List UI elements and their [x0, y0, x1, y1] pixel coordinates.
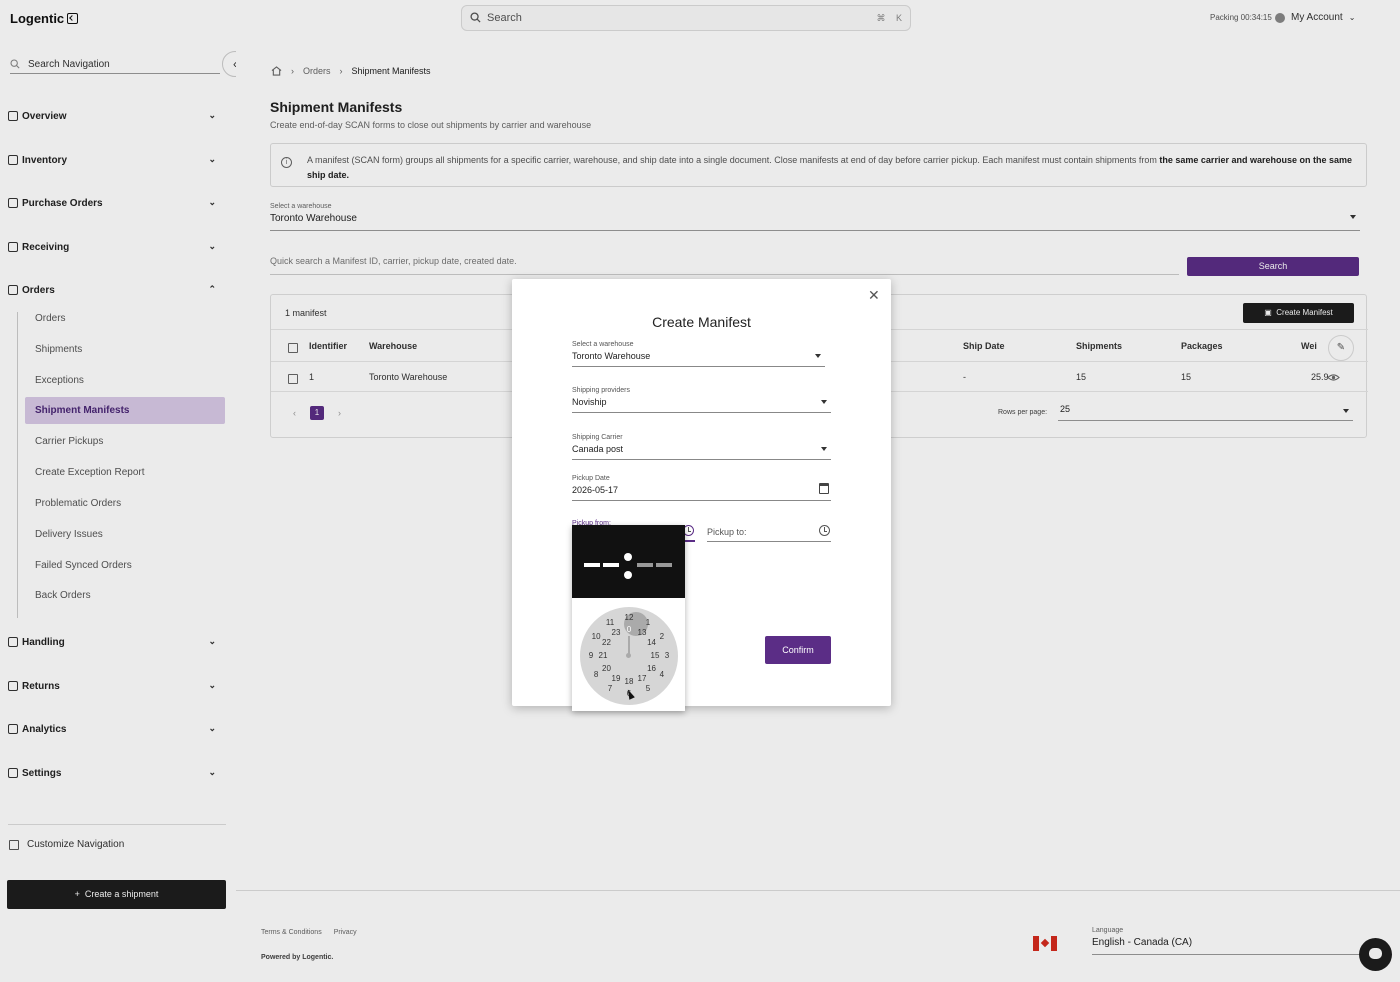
- field-value: Noviship: [572, 397, 607, 407]
- field-label: Select a warehouse: [572, 341, 634, 348]
- hour-placeholder[interactable]: [603, 563, 619, 567]
- clock-hour-inner[interactable]: 17: [635, 674, 649, 683]
- hour-placeholder[interactable]: [584, 563, 600, 567]
- clock-hour-inner[interactable]: 13: [635, 628, 649, 637]
- caret-down-icon: [821, 400, 827, 404]
- shipping-provider-select[interactable]: Shipping providers Noviship: [572, 387, 831, 413]
- clock-hour-inner[interactable]: 15: [648, 651, 662, 660]
- caret-down-icon: [821, 447, 827, 451]
- clock-hour-inner[interactable]: 23: [609, 628, 623, 637]
- minute-placeholder[interactable]: [656, 563, 672, 567]
- clock-hour-inner[interactable]: 16: [645, 664, 659, 673]
- clock-hour-outer[interactable]: 1: [641, 618, 655, 627]
- pickup-to-field[interactable]: Pickup to:: [707, 524, 831, 542]
- dialog-title: Create Manifest: [652, 314, 751, 330]
- clock-hour-outer[interactable]: 3: [660, 651, 674, 660]
- close-icon[interactable]: ✕: [868, 287, 880, 304]
- calendar-icon[interactable]: [819, 483, 829, 494]
- clock-hour-inner[interactable]: 18: [622, 677, 636, 686]
- shipping-carrier-select[interactable]: Shipping Carrier Canada post: [572, 434, 831, 460]
- time-separator: [624, 553, 632, 579]
- field-value: Canada post: [572, 444, 624, 454]
- clock-hour-outer[interactable]: 11: [603, 618, 617, 627]
- clock-hour-inner[interactable]: 20: [599, 664, 613, 673]
- minute-placeholder[interactable]: [637, 563, 653, 567]
- clock-hour-inner[interactable]: 0: [622, 625, 636, 634]
- clock-center: [626, 653, 631, 658]
- field-label: Pickup Date: [572, 475, 610, 482]
- clock-hour-outer[interactable]: 12: [622, 613, 636, 622]
- clock-hour-inner[interactable]: 21: [596, 651, 610, 660]
- pickup-date-field[interactable]: Pickup Date 2026-05-17: [572, 475, 831, 501]
- clock-hour-outer[interactable]: 7: [603, 684, 617, 693]
- create-manifest-dialog: ✕ Create Manifest Select a warehouse Tor…: [512, 279, 891, 706]
- confirm-button[interactable]: Confirm: [765, 636, 831, 664]
- field-label: Shipping Carrier: [572, 434, 623, 441]
- time-picker-popover: 12 1 2 3 4 5 6 7 8 9 10 11 0 13 14 15 16 17 18 19 20 21 22 23: [572, 525, 685, 711]
- modal-warehouse-select[interactable]: Select a warehouse Toronto Warehouse: [572, 341, 825, 367]
- field-value: 2026-05-17: [572, 485, 619, 495]
- pickup-to-placeholder: Pickup to:: [707, 527, 747, 537]
- time-picker-header: [572, 525, 685, 598]
- clock-hour-inner[interactable]: 22: [599, 638, 613, 647]
- caret-down-icon: [815, 354, 821, 358]
- clock-hour-outer[interactable]: 5: [641, 684, 655, 693]
- clock-hour-inner[interactable]: 14: [645, 638, 659, 647]
- field-label: Shipping providers: [572, 387, 630, 394]
- clock-icon[interactable]: [819, 525, 830, 536]
- field-value: Toronto Warehouse: [572, 351, 651, 361]
- clock-hour-inner[interactable]: 19: [609, 674, 623, 683]
